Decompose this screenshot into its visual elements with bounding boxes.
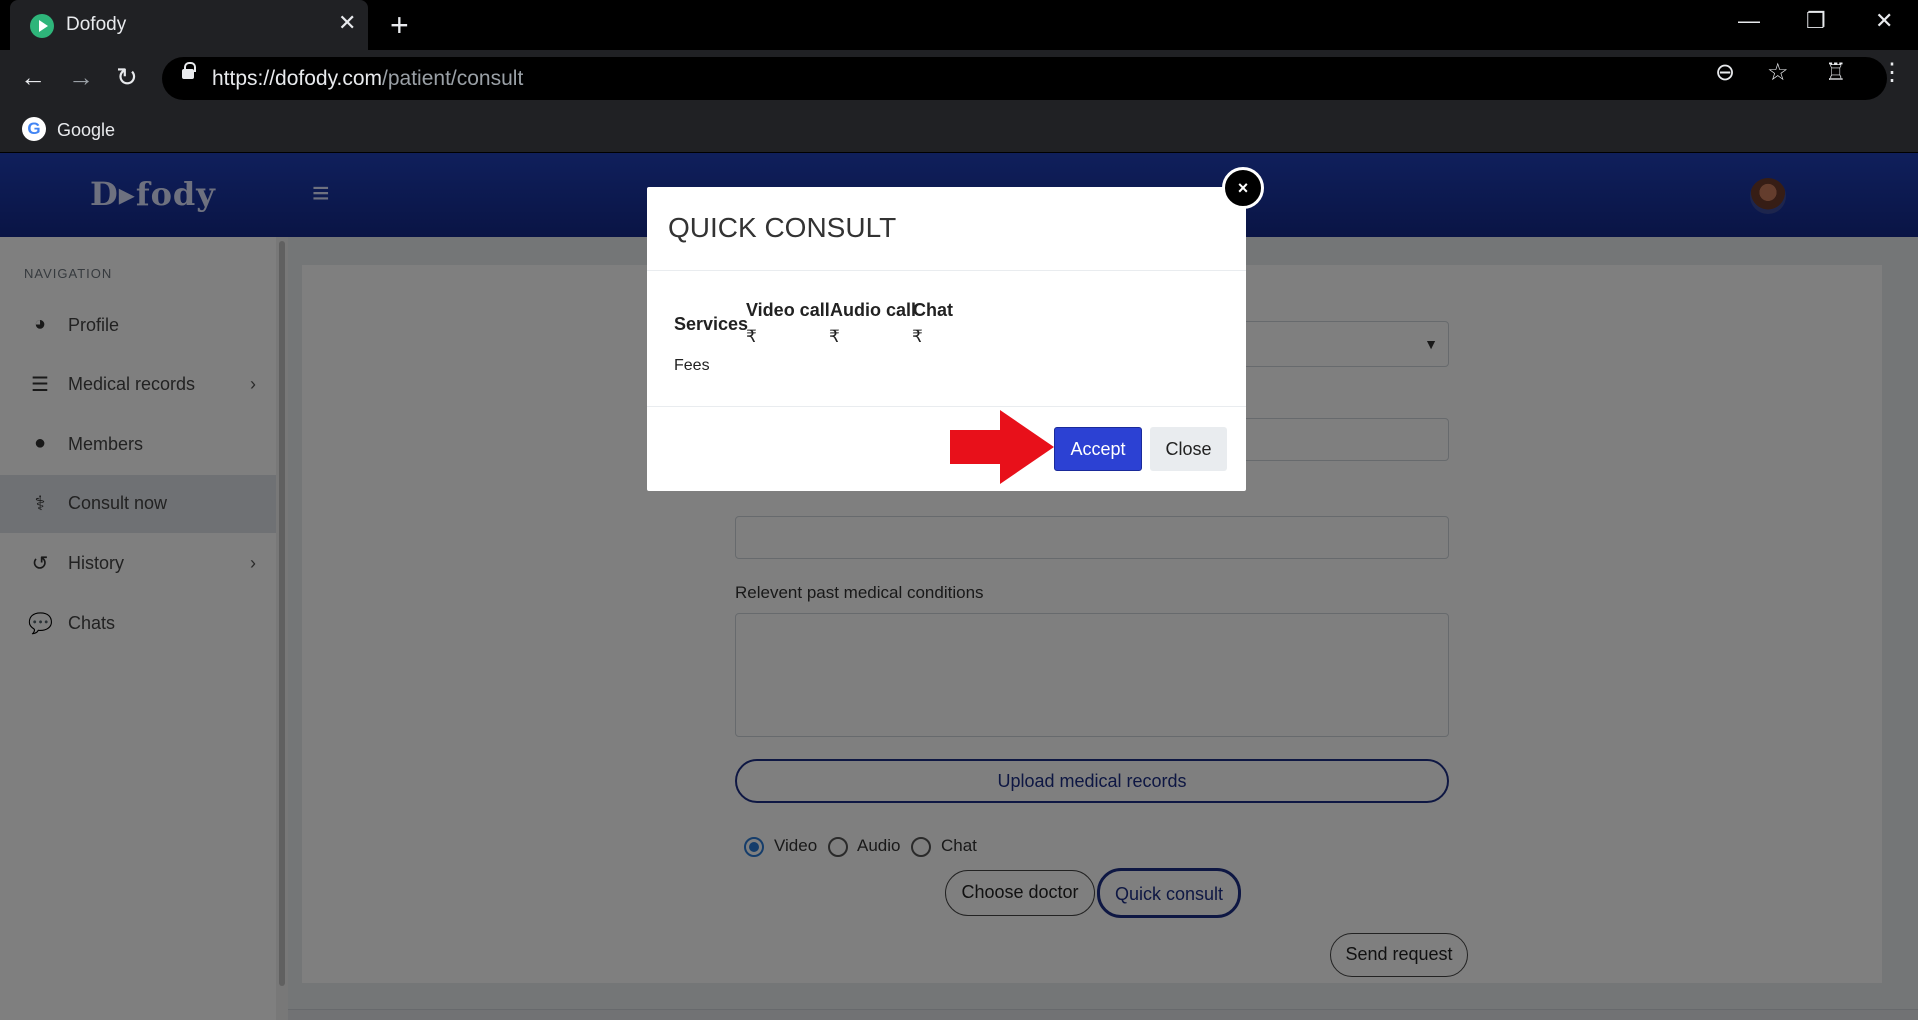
window-close-button[interactable]: ✕	[1875, 8, 1893, 34]
dofody-favicon-icon	[30, 14, 54, 38]
incognito-icon[interactable]: ♖	[1825, 58, 1847, 87]
divider	[647, 406, 1246, 407]
tab-close-icon[interactable]: ✕	[338, 10, 356, 36]
chat-header: Chat	[913, 300, 953, 320]
chat-fee: ₹	[912, 327, 923, 346]
accept-button[interactable]: Accept	[1054, 427, 1142, 471]
audio-call-header: Audio call	[830, 300, 917, 320]
forward-icon[interactable]: →	[68, 62, 94, 93]
bookmark-star-icon[interactable]: ☆	[1767, 58, 1789, 87]
zoom-out-icon[interactable]: ⊖	[1715, 58, 1735, 87]
lock-icon	[182, 62, 196, 79]
url-text: https://dofody.com/patient/consult	[212, 67, 524, 90]
quick-consult-modal: QUICK CONSULT Services Video call Audio …	[647, 187, 1246, 491]
services-header: Services	[674, 314, 749, 334]
browser-toolbar: ← → ↻ https://dofody.com/patient/consult…	[0, 50, 1918, 107]
bookmark-google[interactable]: Google	[57, 120, 115, 141]
video-call-fee: ₹	[746, 327, 757, 346]
video-call-header: Video call	[746, 300, 830, 320]
browser-tab[interactable]: Dofody ✕	[10, 0, 368, 50]
minimize-button[interactable]: —	[1738, 8, 1760, 34]
modal-title: QUICK CONSULT	[668, 212, 897, 243]
tab-title: Dofody	[66, 14, 127, 35]
new-tab-button[interactable]: +	[390, 7, 409, 44]
google-icon: G	[22, 117, 46, 141]
bookmarks-bar: G Google	[0, 107, 1918, 153]
back-icon[interactable]: ←	[20, 62, 46, 93]
annotation-arrow-icon	[950, 410, 1054, 484]
fees-label: Fees	[674, 357, 710, 374]
restore-button[interactable]: ❐	[1806, 8, 1826, 34]
browser-tab-strip: Dofody ✕ + — ❐ ✕	[0, 0, 1918, 50]
close-button[interactable]: Close	[1150, 427, 1227, 471]
reload-icon[interactable]: ↻	[116, 62, 138, 93]
audio-call-fee: ₹	[829, 327, 840, 346]
modal-close-icon[interactable]: ×	[1222, 167, 1264, 209]
address-bar[interactable]: https://dofody.com/patient/consult	[162, 57, 1887, 100]
menu-icon[interactable]: ⋮	[1880, 58, 1904, 87]
divider	[647, 270, 1246, 271]
